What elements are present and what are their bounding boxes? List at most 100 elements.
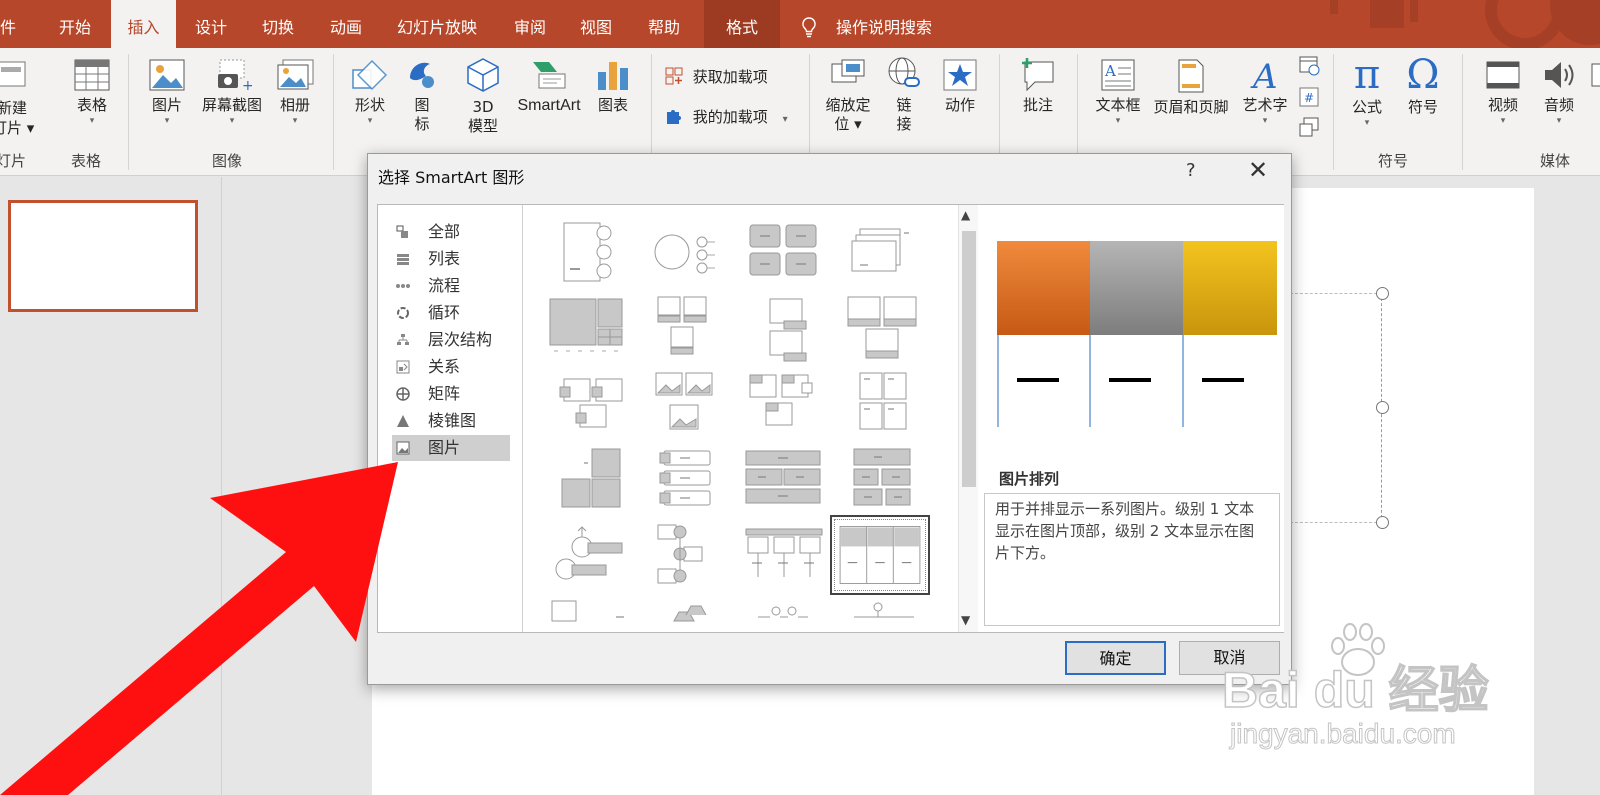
camera-icon: + xyxy=(218,59,252,92)
wordart-icon: A xyxy=(1250,58,1278,92)
new-slide-icon xyxy=(0,61,26,87)
category-relationship[interactable]: 关系 xyxy=(392,354,510,380)
star-action-icon xyxy=(943,59,977,91)
layout-thumbnail[interactable] xyxy=(638,367,734,441)
layout-thumbnail[interactable] xyxy=(736,597,832,632)
layout-thumbnail[interactable] xyxy=(736,291,832,365)
relationship-icon xyxy=(396,360,410,374)
layout-thumbnail[interactable] xyxy=(736,215,832,289)
slide-thumbnail-1[interactable] xyxy=(8,200,198,312)
layout-thumbnail[interactable] xyxy=(736,519,832,593)
scroll-down-icon[interactable]: ▼ xyxy=(961,613,970,627)
comment-button[interactable]: 批注 xyxy=(1018,56,1058,115)
tell-me-search[interactable]: 操作说明搜索 xyxy=(836,0,932,48)
textbox-icon: A xyxy=(1101,59,1135,91)
link-button[interactable]: 链接 xyxy=(884,56,924,134)
layout-thumbnail[interactable] xyxy=(638,597,734,632)
tab-animations[interactable]: 动画 xyxy=(330,0,362,48)
layout-gallery xyxy=(524,205,958,632)
scroll-up-icon[interactable]: ▲ xyxy=(961,208,970,222)
cube-icon xyxy=(467,58,499,92)
shapes-button[interactable]: 形状 ▾ xyxy=(347,58,393,127)
all-icon xyxy=(396,225,408,238)
icons-button[interactable]: 图标 xyxy=(404,56,440,134)
action-button[interactable]: 动作 xyxy=(940,58,980,115)
category-cycle[interactable]: 循环 xyxy=(392,300,510,326)
chart-button[interactable]: 图表 xyxy=(592,58,634,115)
slide-number-button[interactable]: # xyxy=(1297,86,1321,112)
category-process[interactable]: 流程 xyxy=(392,273,510,299)
help-button[interactable]: ? xyxy=(1186,160,1196,181)
layout-thumbnail[interactable] xyxy=(834,597,930,632)
layout-thumbnail[interactable] xyxy=(736,443,832,517)
layout-thumbnail[interactable] xyxy=(834,215,930,289)
dialog-body: 全部 列表 流程 循环 层次结构 关系 矩阵 棱锥图 图片 ▲ ▼ 图片排列 用… xyxy=(377,204,1284,633)
layout-thumbnail[interactable] xyxy=(834,367,930,441)
process-icon xyxy=(396,284,410,288)
my-addins-button[interactable]: 我的加载项 ▾ xyxy=(664,106,788,127)
picture-button[interactable]: 图片 ▾ xyxy=(145,58,189,127)
3d-models-button[interactable]: 3D 模型 xyxy=(460,56,506,136)
symbol-button[interactable]: Ω 符号 xyxy=(1400,54,1446,117)
selection-outline xyxy=(1290,293,1382,523)
category-matrix[interactable]: 矩阵 xyxy=(392,381,510,407)
new-slide-button[interactable]: 新建灯片 ▾ xyxy=(0,58,34,138)
table-button[interactable]: 表格 ▾ xyxy=(68,58,116,127)
layout-thumbnail[interactable] xyxy=(540,367,636,441)
ok-button[interactable]: 确定 xyxy=(1065,641,1166,675)
layout-thumbnail-selected[interactable] xyxy=(830,515,930,595)
layout-thumbnail[interactable] xyxy=(638,443,734,517)
layout-thumbnail[interactable] xyxy=(638,519,734,593)
icons-icon xyxy=(410,62,434,88)
layout-thumbnail[interactable] xyxy=(540,519,636,593)
screenshot-button[interactable]: + 屏幕截图 ▾ xyxy=(196,58,268,127)
tab-format[interactable]: 格式 xyxy=(704,0,780,48)
audio-button[interactable]: 音频 ▾ xyxy=(1536,58,1582,127)
resize-handle-bottom-right[interactable] xyxy=(1376,516,1389,529)
puzzle-icon xyxy=(667,110,681,124)
smartart-button[interactable]: SmartArt xyxy=(512,58,586,115)
layout-thumbnail[interactable] xyxy=(834,291,930,365)
date-time-button[interactable] xyxy=(1297,54,1321,80)
layout-thumbnail[interactable] xyxy=(540,215,636,289)
layout-thumbnail[interactable] xyxy=(540,291,636,365)
tab-home[interactable]: 开始 xyxy=(59,0,91,48)
tab-review[interactable]: 审阅 xyxy=(514,0,546,48)
header-footer-button[interactable]: 页眉和页脚 xyxy=(1150,58,1232,117)
tab-insert[interactable]: 插入 xyxy=(111,0,176,48)
equation-button[interactable]: π 公式 ▾ xyxy=(1344,54,1390,129)
category-pyramid[interactable]: 棱锥图 xyxy=(392,408,510,434)
resize-handle-top-right[interactable] xyxy=(1376,287,1389,300)
layout-thumbnail[interactable] xyxy=(834,443,930,517)
scrollbar-thumb[interactable] xyxy=(962,231,976,487)
tab-slideshow[interactable]: 幻灯片放映 xyxy=(397,0,477,48)
zoom-button[interactable]: 缩放定位 ▾ xyxy=(820,56,876,134)
album-icon xyxy=(277,59,314,90)
category-all[interactable]: 全部 xyxy=(392,219,510,245)
category-hierarchy[interactable]: 层次结构 xyxy=(392,327,510,353)
tab-transitions[interactable]: 切换 xyxy=(262,0,294,48)
tab-file[interactable]: 件 xyxy=(0,0,16,48)
get-addins-button[interactable]: 获取加载项 xyxy=(664,66,768,87)
category-list-type[interactable]: 列表 xyxy=(392,246,510,272)
resize-handle-right[interactable] xyxy=(1376,401,1389,414)
tab-design[interactable]: 设计 xyxy=(195,0,227,48)
layout-thumbnail[interactable] xyxy=(638,215,734,289)
photo-album-button[interactable]: 相册 ▾ xyxy=(272,58,318,127)
layout-thumbnail[interactable] xyxy=(736,367,832,441)
video-button[interactable]: 视频 ▾ xyxy=(1480,58,1526,127)
baidu-watermark: Bai du 经验 jingyan.baidu.com xyxy=(1221,622,1512,762)
close-icon[interactable]: ✕ xyxy=(1248,156,1268,184)
tab-help[interactable]: 帮助 xyxy=(648,0,680,48)
picture-icon xyxy=(149,59,185,91)
tab-view[interactable]: 视图 xyxy=(580,0,612,48)
layout-thumbnail[interactable] xyxy=(540,597,636,632)
layout-thumbnail[interactable] xyxy=(638,291,734,365)
layout-thumbnail[interactable] xyxy=(540,443,636,517)
object-button[interactable] xyxy=(1297,116,1321,142)
addins-grid-icon xyxy=(665,67,683,85)
textbox-button[interactable]: A 文本框 ▾ xyxy=(1093,58,1143,127)
screen-recording-button[interactable] xyxy=(1588,60,1600,94)
wordart-button[interactable]: A 艺术字 ▾ xyxy=(1238,58,1292,127)
gallery-scrollbar[interactable]: ▲ ▼ xyxy=(958,205,978,632)
